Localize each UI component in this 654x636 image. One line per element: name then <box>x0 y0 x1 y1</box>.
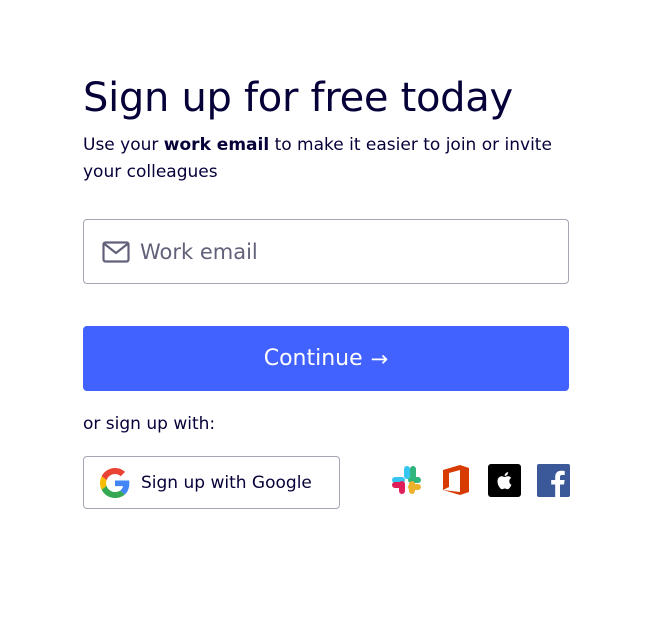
office-signup-button[interactable] <box>439 465 473 499</box>
office-icon <box>441 464 471 500</box>
facebook-signup-button[interactable] <box>536 463 570 501</box>
google-icon <box>99 467 131 499</box>
signup-card: Sign up for free today Use your work ema… <box>83 74 570 509</box>
slack-icon <box>391 464 423 500</box>
continue-button[interactable]: Continue → <box>83 326 569 391</box>
email-input[interactable] <box>140 239 540 264</box>
slack-signup-button[interactable] <box>390 465 424 499</box>
subtitle-emphasis: work email <box>163 135 270 155</box>
apple-signup-button[interactable] <box>487 463 521 501</box>
google-signup-button[interactable]: Sign up with Google <box>83 456 340 509</box>
mail-icon <box>101 240 131 264</box>
alternative-signup-label: or sign up with: <box>83 414 216 434</box>
email-field[interactable] <box>83 219 569 284</box>
apple-icon <box>487 463 521 501</box>
page-title: Sign up for free today <box>83 75 513 121</box>
google-signup-label: Sign up with Google <box>141 472 312 493</box>
continue-label: Continue <box>263 346 363 371</box>
facebook-icon <box>536 463 570 501</box>
page-subtitle: Use your work email to make it easier to… <box>83 132 569 186</box>
arrow-right-icon: → <box>370 346 389 371</box>
subtitle-prefix: Use your <box>83 135 164 155</box>
